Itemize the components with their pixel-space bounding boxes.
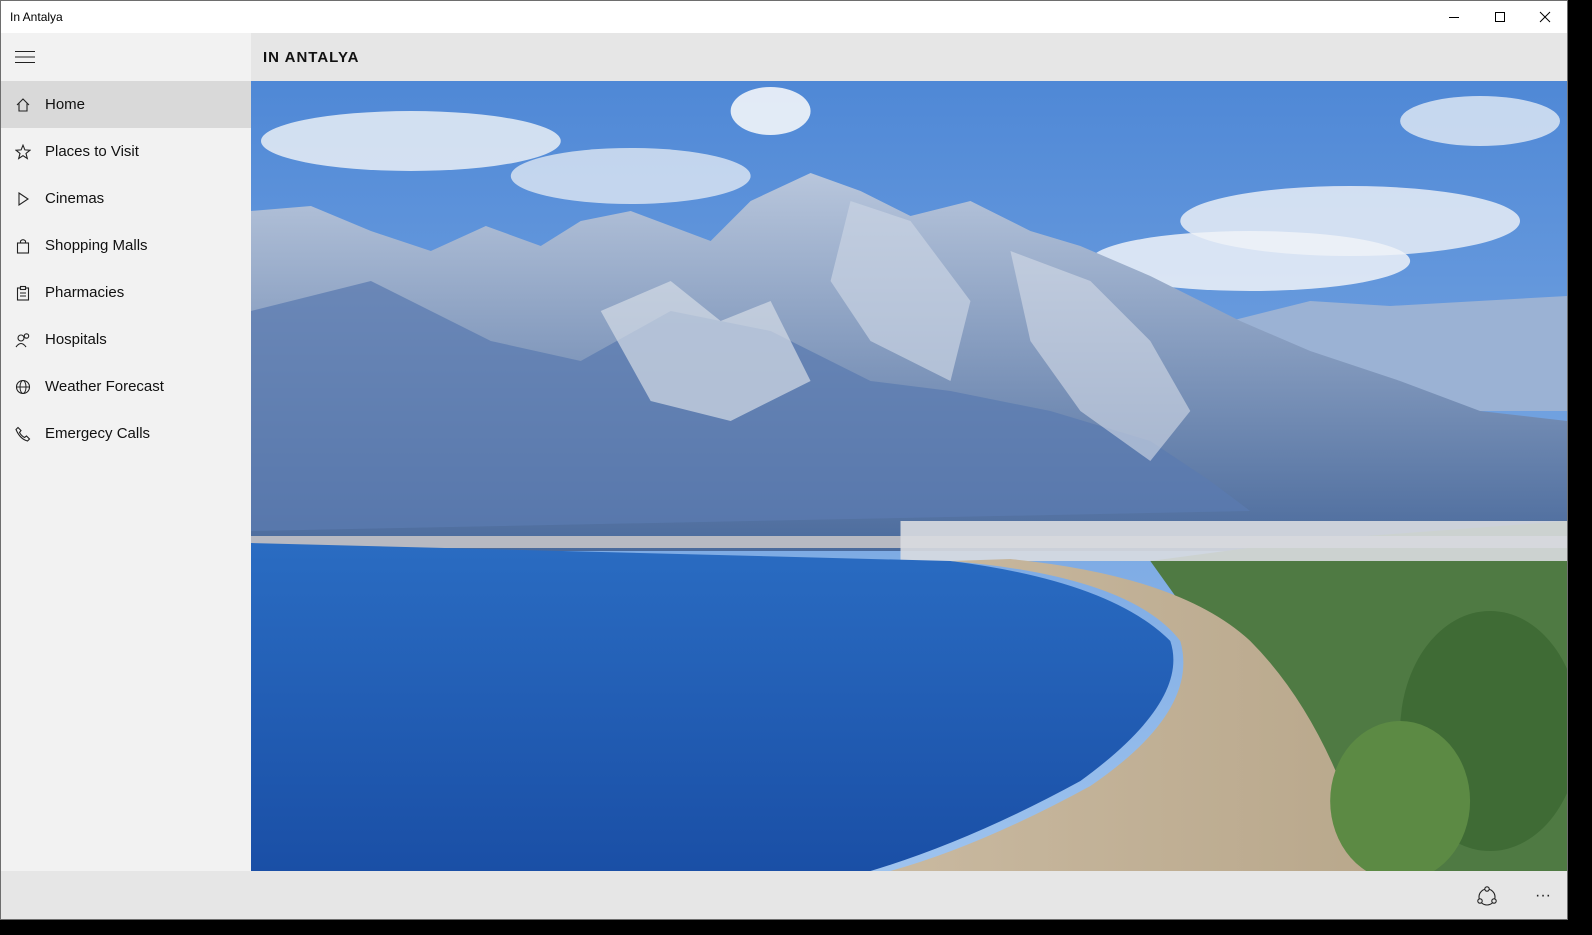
nav-item-label: Places to Visit [45, 143, 139, 160]
app-window: In Antalya Home Places to Visit Cinemas … [0, 0, 1568, 920]
maximize-button[interactable] [1477, 1, 1523, 33]
play-icon [1, 191, 45, 207]
bottom-app-bar: ··· [1, 871, 1567, 919]
close-icon [1539, 11, 1551, 23]
people-icon [1, 332, 45, 348]
hamburger-button[interactable] [1, 33, 49, 81]
nav-item-weather[interactable]: Weather Forecast [1, 363, 251, 410]
nav-item-cinemas[interactable]: Cinemas [1, 175, 251, 222]
share-icon [1477, 886, 1497, 906]
nav-item-hospitals[interactable]: Hospitals [1, 316, 251, 363]
globe-icon [1, 379, 45, 395]
nav-item-home[interactable]: Home [1, 81, 251, 128]
close-button[interactable] [1522, 1, 1567, 33]
phone-icon [1, 426, 45, 442]
nav-pane: Home Places to Visit Cinemas Shopping Ma… [1, 33, 251, 871]
hamburger-icon [15, 51, 35, 63]
desktop-background-strip [0, 920, 1592, 935]
more-button[interactable]: ··· [1523, 879, 1563, 913]
share-button[interactable] [1467, 879, 1507, 913]
minimize-button[interactable] [1431, 1, 1477, 33]
nav-item-shopping-malls[interactable]: Shopping Malls [1, 222, 251, 269]
window-title: In Antalya [10, 10, 63, 24]
nav-item-label: Shopping Malls [45, 237, 148, 254]
nav-item-pharmacies[interactable]: Pharmacies [1, 269, 251, 316]
nav-item-label: Cinemas [45, 190, 105, 207]
nav-item-label: Pharmacies [45, 284, 125, 301]
shopping-bag-icon [1, 238, 45, 254]
nav-item-label: Weather Forecast [45, 378, 164, 395]
nav-item-places[interactable]: Places to Visit [1, 128, 251, 175]
home-icon [1, 97, 45, 113]
clipboard-icon [1, 285, 45, 301]
star-icon [1, 143, 45, 160]
maximize-icon [1495, 12, 1505, 22]
nav-item-label: Emergecy Calls [45, 425, 151, 442]
nav-item-emergency[interactable]: Emergecy Calls [1, 410, 251, 457]
minimize-icon [1449, 17, 1459, 18]
nav-list: Home Places to Visit Cinemas Shopping Ma… [1, 81, 251, 457]
antalya-landscape-image [251, 81, 1567, 871]
page-header: IN ANTALYA [251, 33, 1567, 81]
nav-item-label: Home [45, 96, 86, 113]
page-title: IN ANTALYA [263, 49, 360, 66]
nav-item-label: Hospitals [45, 331, 107, 348]
hero-image [251, 81, 1567, 871]
title-bar[interactable]: In Antalya [1, 1, 1567, 33]
